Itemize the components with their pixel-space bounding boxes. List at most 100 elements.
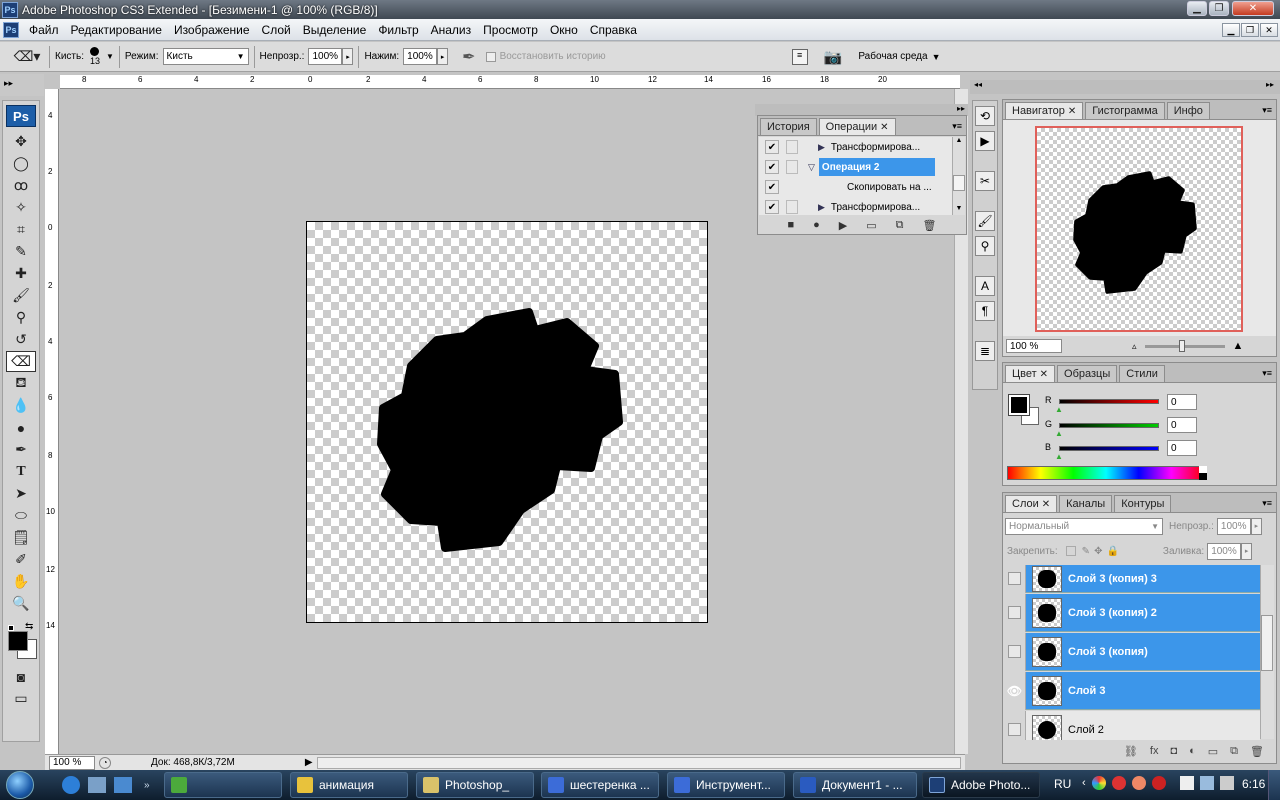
menu-window[interactable]: Окно	[544, 23, 584, 37]
eraser-tool-icon[interactable]: ⌫	[6, 351, 36, 372]
expand-triangle-icon[interactable]: ▶	[818, 202, 825, 213]
volume-icon[interactable]	[1219, 776, 1234, 790]
brush-picker[interactable]: 13	[90, 47, 100, 66]
brush-dropdown-icon[interactable]: ▼	[106, 52, 114, 61]
doc-restore-button[interactable]: ❐	[1241, 23, 1259, 37]
eyedropper-tool-icon[interactable]: ✐	[6, 549, 36, 570]
screen-mode-icon[interactable]: ▭	[6, 688, 36, 709]
action-dialog-toggle[interactable]	[786, 140, 798, 154]
minimize-button[interactable]: ▁	[1187, 1, 1207, 16]
menu-layer[interactable]: Слой	[256, 23, 297, 37]
record-icon[interactable]: ●	[813, 219, 820, 231]
lock-all-icon[interactable]: 🔒	[1106, 546, 1118, 557]
taskbar-search-button[interactable]	[164, 772, 282, 798]
red-slider-thumb-icon[interactable]: ▲	[1055, 405, 1063, 414]
workspace-button[interactable]: Рабочая среда	[858, 51, 927, 62]
show-desktop-button[interactable]	[1268, 770, 1280, 800]
adjustment-layer-icon[interactable]: ◐	[1189, 745, 1196, 757]
layer-row[interactable]: Слой 3 (копия)	[1004, 632, 1260, 671]
mode-select[interactable]: Кисть ▼	[162, 48, 249, 65]
tab-actions[interactable]: Операции ✕	[818, 118, 896, 135]
layer-visibility-toggle[interactable]: 👁	[1004, 671, 1026, 710]
lock-transparency-icon[interactable]	[1065, 546, 1076, 556]
action-toggle-checkbox[interactable]: ✔	[765, 160, 779, 174]
opera-icon[interactable]	[1111, 776, 1126, 790]
stop-icon[interactable]: ■	[787, 219, 794, 231]
collapse-triangle-icon[interactable]: ▽	[808, 162, 815, 173]
tab-color[interactable]: Цвет ✕	[1005, 365, 1056, 382]
clone-source-icon[interactable]: ⚲	[975, 236, 995, 256]
red-slider[interactable]	[1059, 399, 1159, 404]
tab-layers[interactable]: Слои ✕	[1005, 495, 1058, 512]
tab-history[interactable]: История	[760, 118, 817, 135]
navigator-zoom-input[interactable]: 100 %	[1006, 339, 1062, 353]
taskbar-button-active[interactable]: Adobe Photo...	[922, 772, 1040, 798]
play-icon[interactable]: ▶	[839, 219, 847, 232]
panel-menu-icon[interactable]: ▾≡	[1258, 105, 1276, 119]
bridge-icon[interactable]: 📷	[824, 48, 843, 66]
document-icon[interactable]: Ps	[3, 21, 19, 38]
tab-paths[interactable]: Контуры	[1114, 495, 1172, 512]
taskbar-button[interactable]: шестеренка ...	[541, 772, 659, 798]
canvas-horizontal-scrollbar[interactable]	[316, 756, 961, 769]
menu-image[interactable]: Изображение	[168, 23, 256, 37]
toolbox-collapse-icon[interactable]: ▸▸	[0, 74, 44, 96]
status-arrow-icon[interactable]: ▶	[305, 757, 313, 768]
color-fg-swatch[interactable]	[1008, 394, 1030, 416]
layer-style-icon[interactable]: fx	[1150, 745, 1159, 757]
white-swatch[interactable]	[1199, 466, 1207, 473]
network-icon[interactable]	[1199, 776, 1214, 790]
blue-value-input[interactable]: 0	[1167, 440, 1197, 456]
document-canvas[interactable]	[306, 221, 708, 623]
delete-layer-icon[interactable]: 🗑	[1250, 745, 1264, 758]
switch-windows-icon[interactable]	[114, 777, 132, 793]
restore-history-checkbox[interactable]	[485, 51, 496, 62]
taskbar-button[interactable]: Инструмент...	[667, 772, 785, 798]
magic-wand-tool-icon[interactable]: ✧	[6, 197, 36, 218]
foreground-color-swatch[interactable]	[8, 631, 28, 651]
red-value-input[interactable]: 0	[1167, 394, 1197, 410]
tab-histogram[interactable]: Гистограмма	[1085, 102, 1165, 119]
layer-visibility-toggle[interactable]	[1004, 632, 1026, 671]
menu-analysis[interactable]: Анализ	[425, 23, 478, 37]
close-icon[interactable]: ✕	[880, 122, 888, 133]
tray-security-icon[interactable]	[1151, 776, 1166, 790]
blur-tool-icon[interactable]: 💧	[6, 395, 36, 416]
quick-mask-icon[interactable]: ◙	[6, 666, 36, 687]
close-icon[interactable]: ✕	[1068, 106, 1076, 117]
tray-expand-icon[interactable]: ‹	[1082, 777, 1086, 789]
lasso-tool-icon[interactable]: ꝏ	[6, 175, 36, 196]
ie-icon[interactable]	[62, 776, 80, 794]
green-value-input[interactable]: 0	[1167, 417, 1197, 433]
doc-minimize-button[interactable]: ▁	[1222, 23, 1240, 37]
layer-row[interactable]: 👁 Слой 3	[1004, 671, 1260, 710]
zoom-level-input[interactable]: 100 %	[49, 755, 95, 770]
start-button[interactable]	[0, 770, 40, 800]
blue-slider-thumb-icon[interactable]: ▲	[1055, 452, 1063, 461]
paragraph-panel-icon[interactable]: ¶	[975, 301, 995, 321]
history-panel-icon[interactable]: ⟲	[975, 106, 995, 126]
close-icon[interactable]: ✕	[1040, 369, 1048, 380]
action-toggle-checkbox[interactable]: ✔	[765, 200, 779, 214]
layer-opacity-slider-button[interactable]: ▸	[1250, 517, 1262, 535]
action-row[interactable]: ✔ ▶ Трансформирова...	[759, 137, 953, 157]
expand-triangle-icon[interactable]: ▶	[818, 142, 825, 153]
actions-scrollbar[interactable]: ▲ ▼	[952, 137, 965, 215]
new-set-icon[interactable]: ▭	[866, 219, 876, 232]
type-tool-icon[interactable]: T	[6, 461, 36, 482]
panel-menu-icon[interactable]: ▾≡	[1258, 368, 1276, 382]
navigator-zoom-slider[interactable]	[1144, 339, 1225, 352]
photoshop-logo-icon[interactable]: Ps	[6, 105, 36, 127]
opacity-input[interactable]: 100%	[308, 48, 343, 65]
path-selection-tool-icon[interactable]: ➤	[6, 483, 36, 504]
marquee-tool-icon[interactable]: ◯	[6, 153, 36, 174]
action-row[interactable]: ✔ ▽ Операция 2	[759, 157, 953, 177]
character-panel-icon[interactable]: A	[975, 276, 995, 296]
new-action-icon[interactable]: ⧉	[896, 219, 904, 232]
action-dialog-toggle[interactable]	[786, 160, 798, 174]
panel-menu-icon[interactable]: ▾≡	[1258, 498, 1276, 512]
brushes-panel-icon[interactable]: 🖌	[975, 211, 995, 231]
close-button[interactable]: ✕	[1232, 1, 1274, 16]
tab-info[interactable]: Инфо	[1166, 102, 1210, 119]
fill-slider-button[interactable]: ▸	[1241, 542, 1253, 560]
